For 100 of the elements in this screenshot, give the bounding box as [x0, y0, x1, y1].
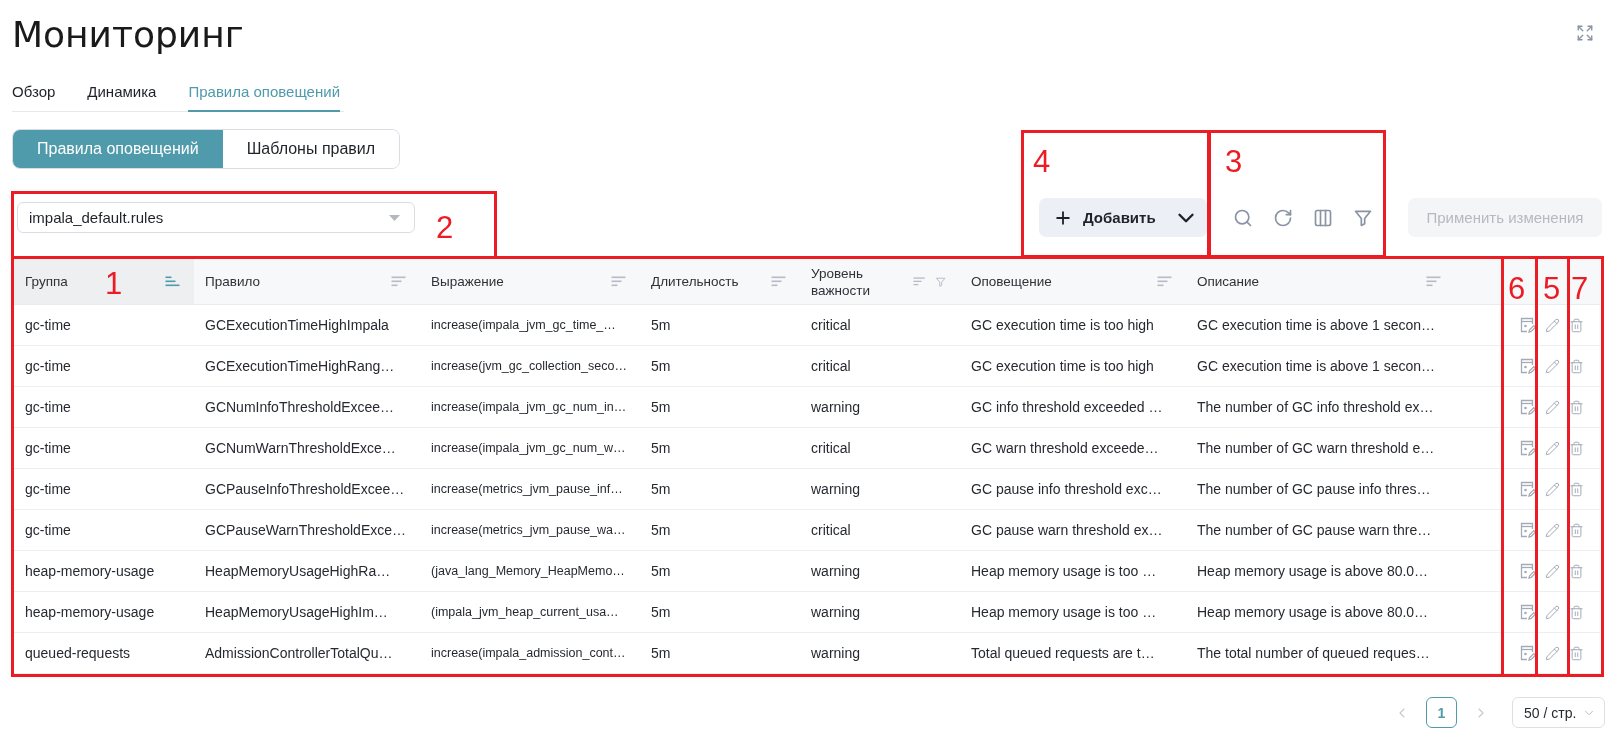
table-cell-text: (impala_jvm_heap_current_usa… [430, 604, 620, 621]
pencil-icon[interactable] [1545, 481, 1560, 497]
trash-icon[interactable] [1569, 440, 1584, 456]
pencil-icon[interactable] [1545, 522, 1560, 538]
window-pencil-icon[interactable] [1520, 604, 1536, 620]
table-cell-text: GC pause warn threshold ex… [970, 521, 1164, 540]
table-cell-text: warning [810, 644, 862, 663]
annotation-number: 5 [1543, 273, 1561, 304]
trash-icon[interactable] [1569, 563, 1584, 579]
table-cell-text: Heap memory usage is above 80.0… [1196, 562, 1430, 581]
add-button[interactable]: Добавить [1039, 198, 1207, 237]
table-cell-text: 5m [650, 480, 672, 499]
trash-icon[interactable] [1569, 522, 1584, 538]
table-cell-text: Heap memory usage is above 80.0… [1196, 603, 1430, 622]
annotation-number: 6 [1508, 273, 1526, 304]
tab[interactable]: Обзор [12, 72, 56, 112]
sort-icon[interactable] [913, 276, 926, 287]
window-pencil-icon[interactable] [1520, 358, 1536, 374]
table-cell-text: 5m [650, 398, 672, 417]
column-title: Оповещение [971, 273, 1052, 290]
page-size-select[interactable]: 50 / стр. [1512, 697, 1605, 728]
column-title: Длительность [651, 273, 739, 290]
table-cell-text: gc-time [24, 480, 72, 499]
table-cell-text: GC warn threshold exceede… [970, 439, 1160, 458]
column-title: Уровень важности [811, 264, 871, 299]
table-cell-text: 5m [650, 316, 672, 335]
pencil-icon[interactable] [1545, 317, 1560, 333]
trash-icon[interactable] [1569, 645, 1584, 661]
sort-icon[interactable] [165, 276, 180, 287]
table-cell-text: The number of GC pause info thres… [1196, 480, 1432, 499]
columns-icon[interactable] [1313, 207, 1333, 228]
trash-icon[interactable] [1569, 358, 1584, 374]
table-cell-text: increase(metrics_jvm_pause_wa… [430, 522, 627, 539]
fullscreen-icon[interactable] [1576, 24, 1594, 42]
table-cell-text: warning [810, 603, 862, 622]
page-title: Мониторинг [12, 13, 244, 57]
window-pencil-icon[interactable] [1520, 440, 1536, 456]
table-cell-text: gc-time [24, 521, 72, 540]
table-cell-text: gc-time [24, 357, 72, 376]
sort-icon[interactable] [611, 276, 626, 287]
pencil-icon[interactable] [1545, 604, 1560, 620]
caret-icon [389, 214, 400, 221]
table-cell-text: 5m [650, 439, 672, 458]
trash-icon[interactable] [1569, 317, 1584, 333]
table-cell-text: GCExecutionTimeHighRang… [204, 357, 396, 376]
table-cell-text: 5m [650, 603, 672, 622]
table-cell-text: GCNumInfoThresholdExcee… [204, 398, 396, 417]
table-cell-text: critical [810, 316, 852, 335]
sort-icon[interactable] [771, 276, 786, 287]
table-cell-text: The number of GC warn threshold e… [1196, 439, 1436, 458]
table-cell-text: GC execution time is too high [970, 316, 1155, 335]
table-cell-text: critical [810, 439, 852, 458]
refresh-icon[interactable] [1273, 207, 1293, 228]
table-cell-text: increase(impala_jvm_gc_num_w… [430, 440, 627, 457]
pencil-icon[interactable] [1545, 440, 1560, 456]
window-pencil-icon[interactable] [1520, 399, 1536, 415]
rule-file-select[interactable]: impala_default.rules [17, 202, 415, 233]
table-cell-text: increase(impala_jvm_gc_time_… [430, 317, 617, 334]
table-cell-text: GC execution time is above 1 secon… [1196, 316, 1437, 335]
annotation-number: 1 [105, 268, 123, 299]
table-cell-text: Heap memory usage is too … [970, 562, 1158, 581]
annotation-number: 7 [1571, 273, 1589, 304]
table-cell-text: The number of GC pause warn thre… [1196, 521, 1433, 540]
table-cell-text: The number of GC info threshold ex… [1196, 398, 1435, 417]
sort-icon[interactable] [1157, 276, 1172, 287]
window-pencil-icon[interactable] [1520, 481, 1536, 497]
table-cell-text: warning [810, 562, 862, 581]
table-cell-text: 5m [650, 357, 672, 376]
window-pencil-icon[interactable] [1520, 563, 1536, 579]
table-cell-text: queued-requests [24, 644, 132, 663]
table-cell-text: gc-time [24, 439, 72, 458]
table-cell-text: HeapMemoryUsageHighIm… [204, 603, 389, 622]
window-pencil-icon[interactable] [1520, 317, 1536, 333]
table-cell-text: heap-memory-usage [24, 603, 156, 622]
sort-icon[interactable] [1426, 276, 1441, 287]
table-cell-text: The total number of queued reques… [1196, 644, 1431, 663]
column-title: Выражение [431, 273, 504, 290]
table-cell-text: HeapMemoryUsageHighRa… [204, 562, 392, 581]
table-cell-text: gc-time [24, 316, 72, 335]
table-cell-text: (java_lang_Memory_HeapMemo… [430, 563, 626, 580]
pencil-icon[interactable] [1545, 399, 1560, 415]
trash-icon[interactable] [1569, 481, 1584, 497]
window-pencil-icon[interactable] [1520, 645, 1536, 661]
table-cell-text: increase(impala_admission_cont… [430, 645, 627, 662]
pencil-icon[interactable] [1545, 563, 1560, 579]
column-title: Группа [25, 273, 68, 290]
table-cell-text: AdmissionControllerTotalQu… [204, 644, 394, 663]
sort-icon[interactable] [391, 276, 406, 287]
trash-icon[interactable] [1569, 399, 1584, 415]
search-icon[interactable] [1233, 207, 1253, 228]
column-title: Правило [205, 273, 260, 290]
trash-icon[interactable] [1569, 604, 1584, 620]
tab[interactable]: Динамика [87, 72, 157, 112]
table-cell-text: Total queued requests are t… [970, 644, 1156, 663]
window-pencil-icon[interactable] [1520, 522, 1536, 538]
table-cell-text: increase(impala_jvm_gc_num_in… [430, 399, 628, 416]
pencil-icon[interactable] [1545, 358, 1560, 374]
table-cell-text: warning [810, 480, 862, 499]
pencil-icon[interactable] [1545, 645, 1560, 661]
table-cell-text: GC info threshold exceeded … [970, 398, 1164, 417]
